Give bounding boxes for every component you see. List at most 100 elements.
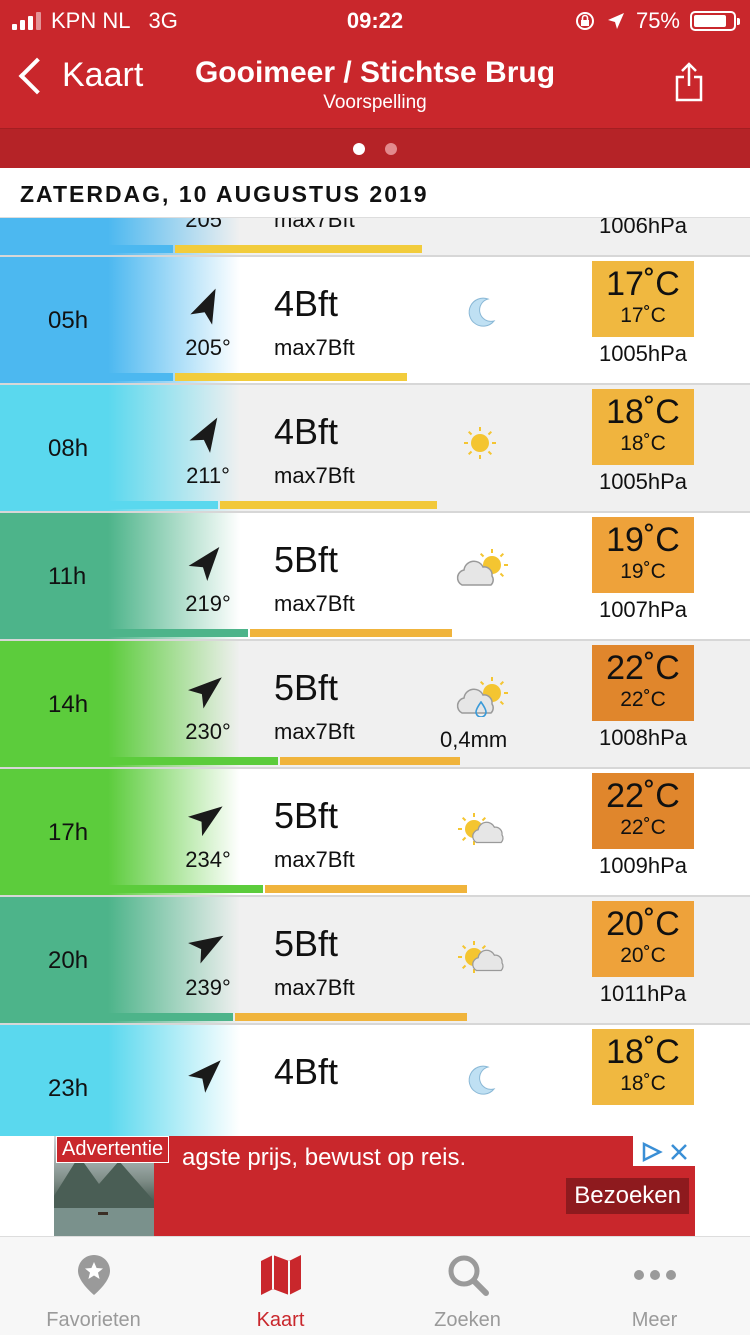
air-pressure: 1005hPa bbox=[598, 341, 688, 366]
temperature-max: 20˚C bbox=[606, 905, 680, 943]
max-wind-bar bbox=[174, 245, 422, 253]
temperature-feel: 22˚C bbox=[620, 688, 666, 711]
forecast-row[interactable]: 11h 219° 5Bft max7Bft 19˚C 19˚C 1007hPa bbox=[0, 513, 750, 641]
forecast-rows: 02h205°4Bftmax7Bft17˚C17˚C1006hPa 05h 205°… bbox=[0, 218, 750, 1136]
forecast-row[interactable]: 02h205°4Bftmax7Bft17˚C17˚C1006hPa bbox=[0, 218, 750, 257]
hour-label: 05h bbox=[48, 307, 89, 334]
max-wind-bar bbox=[174, 373, 407, 381]
wind-force: 5Bft bbox=[274, 923, 339, 964]
wind-max: max7Bft bbox=[274, 463, 355, 488]
forecast-row[interactable]: 08h 211° 4Bft max7Bft 18˚C 18˚C 1005hPa bbox=[0, 385, 750, 513]
hour-label: 08h bbox=[48, 435, 89, 462]
hour-label: 17h bbox=[48, 819, 89, 846]
wind-direction-arrow-icon bbox=[188, 935, 224, 964]
day-header: ZATERDAG, 10 AUGUSTUS 2019 bbox=[0, 168, 750, 218]
hour-label: 14h bbox=[48, 691, 89, 718]
temperature-max: 17˚C bbox=[606, 265, 680, 303]
wind-max: max7Bft bbox=[274, 218, 355, 232]
close-icon[interactable] bbox=[670, 1143, 688, 1161]
wind-max: max7Bft bbox=[274, 847, 355, 872]
wind-max: max7Bft bbox=[274, 975, 355, 1000]
forecast-list[interactable]: 02h205°4Bftmax7Bft17˚C17˚C1006hPa 05h 205°… bbox=[0, 218, 750, 1136]
ad-text: agste prijs, bewust op reis. bbox=[182, 1144, 467, 1171]
moon-icon bbox=[468, 1065, 496, 1095]
temperature-max: 18˚C bbox=[606, 1033, 680, 1071]
max-wind-bar bbox=[219, 501, 437, 509]
tab-kaart[interactable]: Kaart bbox=[187, 1237, 374, 1335]
navigation-bar: Kaart Gooimeer / Stichtse Brug Voorspell… bbox=[0, 44, 750, 128]
hour-label: 20h bbox=[48, 947, 89, 974]
rotation-lock-icon bbox=[575, 12, 594, 30]
wind-bar bbox=[0, 757, 278, 765]
wind-force: 5Bft bbox=[274, 795, 339, 836]
air-pressure: 1005hPa bbox=[598, 469, 688, 494]
temperature-box: 17˚C 17˚C bbox=[592, 261, 694, 337]
wind-direction-arrow-icon bbox=[188, 547, 220, 581]
temperature-max: 18˚C bbox=[606, 393, 680, 431]
temperature-box: 19˚C 19˚C bbox=[592, 517, 694, 593]
temperature-max: 19˚C bbox=[606, 521, 680, 559]
wind-bar bbox=[0, 245, 173, 253]
tab-label-kaart: Kaart bbox=[256, 1309, 305, 1331]
temperature-feel: 19˚C bbox=[620, 560, 666, 583]
max-wind-bar bbox=[264, 885, 467, 893]
temperature-max: 22˚C bbox=[606, 649, 680, 687]
more-icon bbox=[634, 1270, 676, 1280]
tab-bar: Favorieten Kaart Zoeken Meer bbox=[0, 1236, 750, 1335]
temperature-box: 18˚C 18˚C bbox=[592, 389, 694, 465]
tab-zoeken[interactable]: Zoeken bbox=[374, 1237, 561, 1335]
sun-icon bbox=[464, 427, 496, 459]
temperature-feel: 20˚C bbox=[620, 944, 666, 967]
air-pressure: 1006hPa bbox=[598, 218, 688, 238]
cloud-sun-icon bbox=[456, 677, 508, 714]
page-dot-2[interactable] bbox=[385, 143, 397, 155]
ad-close-button[interactable] bbox=[633, 1136, 695, 1166]
max-wind-bar bbox=[234, 1013, 467, 1021]
tab-meer[interactable]: Meer bbox=[561, 1237, 748, 1335]
page-subtitle: Voorspelling bbox=[323, 92, 427, 113]
rain-amount: 0,4mm bbox=[440, 727, 508, 752]
wind-degrees: 211° bbox=[186, 463, 230, 488]
forecast-row[interactable]: 23h 4Bft 18˚C 18˚C bbox=[0, 1025, 750, 1136]
temperature-feel: 17˚C bbox=[620, 304, 666, 327]
wind-force: 5Bft bbox=[274, 667, 339, 708]
wind-direction-arrow-icon bbox=[188, 806, 223, 837]
temperature-feel: 22˚C bbox=[620, 816, 666, 839]
wind-bar bbox=[0, 885, 263, 893]
rain-drop-icon bbox=[475, 701, 487, 717]
wind-degrees: 239° bbox=[185, 975, 231, 1000]
forecast-row[interactable]: 05h 205° 4Bft max7Bft 17˚C 17˚C 1005hPa bbox=[0, 257, 750, 385]
wind-direction-arrow-icon bbox=[188, 677, 222, 709]
forecast-row[interactable]: 20h 239° 5Bft max7Bft 20˚C 20˚C 1011hPa bbox=[0, 897, 750, 1025]
wind-bar bbox=[0, 1013, 233, 1021]
adchoices-icon[interactable] bbox=[640, 1141, 664, 1163]
wind-force: 5Bft bbox=[274, 539, 339, 580]
location-icon bbox=[607, 13, 624, 29]
search-icon bbox=[448, 1255, 489, 1296]
ad-banner[interactable]: Advertentie agste prijs, bewust op reis.… bbox=[54, 1136, 695, 1236]
tab-favorieten[interactable]: Favorieten bbox=[0, 1237, 187, 1335]
map-icon bbox=[261, 1255, 301, 1295]
wind-degrees: 205° bbox=[185, 218, 231, 232]
wind-degrees: 205° bbox=[185, 335, 231, 360]
forecast-row[interactable]: 14h 230° 5Bft max7Bft 0,4mm 22˚C 22˚C 1008hPa bbox=[0, 641, 750, 769]
page-dot-1[interactable] bbox=[353, 143, 365, 155]
wind-force: 4Bft bbox=[274, 283, 339, 324]
temperature-feel: 18˚C bbox=[620, 1072, 666, 1095]
temperature-box: 22˚C 22˚C bbox=[592, 773, 694, 849]
wind-direction-arrow-icon bbox=[189, 417, 218, 453]
page-indicator[interactable] bbox=[0, 128, 750, 169]
wind-direction-arrow-icon bbox=[190, 288, 216, 325]
max-wind-bar bbox=[279, 757, 460, 765]
air-pressure: 1011hPa bbox=[599, 981, 687, 1006]
status-bar: KPN NL 3G 09:22 75% bbox=[0, 0, 750, 44]
star-pin-icon bbox=[78, 1255, 110, 1295]
wind-max: max7Bft bbox=[274, 591, 355, 616]
status-right: 75% bbox=[574, 8, 740, 34]
share-icon[interactable] bbox=[674, 62, 704, 102]
forecast-row[interactable]: 17h 234° 5Bft max7Bft 22˚C 22˚C 1009hPa bbox=[0, 769, 750, 897]
max-wind-bar bbox=[249, 629, 452, 637]
hour-label: 11h bbox=[48, 563, 87, 590]
temperature-box: 22˚C 22˚C bbox=[592, 645, 694, 721]
ad-visit-button[interactable]: Bezoeken bbox=[566, 1178, 689, 1214]
